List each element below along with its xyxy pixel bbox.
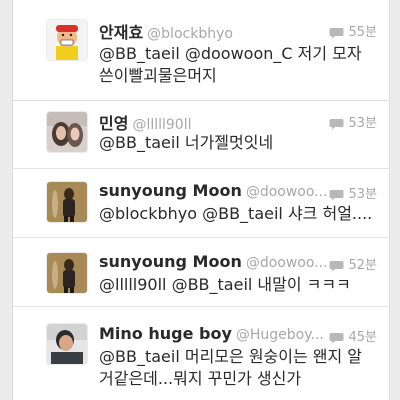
user-handle: @doowoo...: [245, 255, 328, 271]
tweet-row[interactable]: 민영 @lllll90ll 53분 @BB_taeil 너가젤멋잇네: [13, 100, 389, 169]
user-handle: @lllll90ll: [132, 117, 192, 133]
reply-timestamp[interactable]: 53분: [329, 112, 377, 131]
reply-bubble-icon: [329, 260, 344, 271]
reply-timestamp[interactable]: 55분: [329, 21, 377, 40]
time-label: 55분: [348, 25, 377, 40]
tweet-text: @BB_taeil 머리모은 원숭이는 왠지 알거같은데...뭐지 꾸민가 생신…: [99, 347, 363, 388]
tweet-row[interactable]: sunyoung Moon @doowoo... 52분 @lllll90ll @…: [13, 238, 389, 307]
display-name: 안재효: [99, 23, 144, 42]
user-handle: @Hugeboy...: [235, 327, 324, 343]
user-handle: @blockbhyo: [147, 26, 233, 42]
tweet-text: @blockbhyo @BB_taeil 샤크 허얼....: [99, 204, 373, 223]
timeline: 안재효 @blockbhyo 55분 @BB_taeil @doowoon_C 저…: [12, 0, 390, 400]
avatar[interactable]: [47, 20, 87, 60]
reply-timestamp[interactable]: 45분: [329, 326, 377, 345]
tweet-row[interactable]: 안재효 @blockbhyo 55분 @BB_taeil @doowoon_C 저…: [13, 0, 389, 101]
user-handle: @doowoo...: [245, 184, 328, 200]
tweet-text: @BB_taeil @doowoon_C 저기 모자쓴이빨괴물은머지: [99, 44, 362, 85]
reply-timestamp[interactable]: 53분: [329, 183, 377, 202]
user-name[interactable]: sunyoung Moon @doowoo...: [99, 252, 328, 271]
reply-bubble-icon: [329, 332, 344, 343]
avatar[interactable]: [47, 324, 87, 364]
user-name[interactable]: 안재효 @blockbhyo: [99, 19, 233, 43]
avatar[interactable]: [47, 182, 87, 222]
user-name[interactable]: 민영 @lllll90ll: [99, 110, 192, 134]
tweet-row[interactable]: sunyoung Moon @doowoo... 53분 @blockbhyo @…: [13, 169, 389, 238]
display-name: sunyoung Moon: [99, 252, 242, 271]
display-name: Mino huge boy: [99, 324, 232, 343]
avatar[interactable]: [47, 253, 87, 293]
tweet-row[interactable]: Mino huge boy @Hugeboy... 45분 @BB_taeil 머…: [13, 307, 389, 400]
reply-bubble-icon: [329, 118, 344, 129]
time-label: 52분: [348, 258, 377, 273]
time-label: 45분: [348, 330, 377, 345]
display-name: sunyoung Moon: [99, 181, 242, 200]
reply-bubble-icon: [329, 189, 344, 200]
tweet-text: @BB_taeil 너가젤멋잇네: [99, 133, 274, 152]
user-name[interactable]: Mino huge boy @Hugeboy...: [99, 324, 324, 343]
reply-timestamp[interactable]: 52분: [329, 254, 377, 273]
reply-bubble-icon: [329, 27, 344, 38]
time-label: 53분: [348, 116, 377, 131]
display-name: 민영: [99, 114, 129, 133]
avatar[interactable]: [47, 112, 87, 152]
user-name[interactable]: sunyoung Moon @doowoo...: [99, 181, 328, 200]
tweet-text: @lllll90ll @BB_taeil 내말이 ㅋㅋㅋ: [99, 275, 351, 294]
time-label: 53분: [348, 187, 377, 202]
